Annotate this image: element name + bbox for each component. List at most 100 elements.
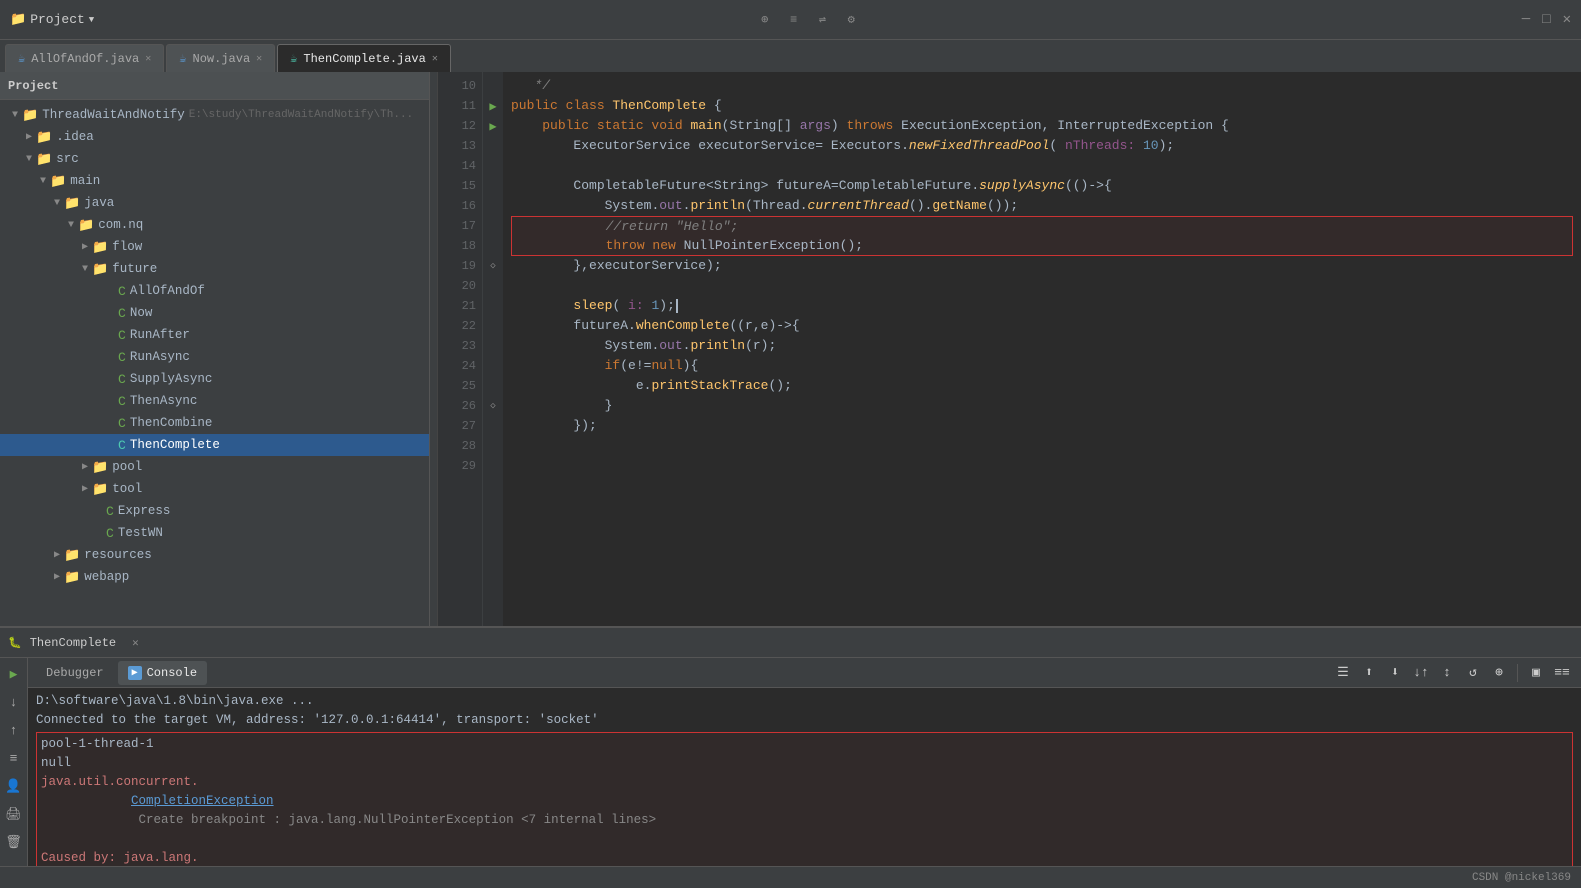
tab-java-icon: ☕ <box>18 51 25 66</box>
tab-close-icon[interactable]: ✕ <box>145 53 151 65</box>
project-label: Project <box>30 12 85 27</box>
debug-resume-btn[interactable]: ▶ <box>2 662 26 686</box>
tree-item-future[interactable]: ▼ 📁 future <box>0 258 429 280</box>
tree-arrow <box>104 396 118 407</box>
toolbar-stop-btn[interactable]: ⊕ <box>1488 662 1510 684</box>
tree-item-thencomplete[interactable]: C ThenComplete <box>0 434 429 456</box>
tree-item-supplyasync[interactable]: C SupplyAsync <box>0 368 429 390</box>
tab-debugger[interactable]: Debugger <box>36 661 114 685</box>
tab-now[interactable]: ☕ Now.java ✕ <box>166 44 275 72</box>
tree-item-comnq[interactable]: ▼ 📁 com.nq <box>0 214 429 236</box>
tree-item-runasync[interactable]: C RunAsync <box>0 346 429 368</box>
close-debug-icon[interactable]: ✕ <box>132 636 139 650</box>
tree-item-idea[interactable]: ▶ 📁 .idea <box>0 126 429 148</box>
close-button[interactable]: ✕ <box>1563 11 1571 28</box>
code-line: },executorService); <box>511 256 1573 276</box>
gutter-icon <box>485 236 501 256</box>
tree-label: ThenCombine <box>130 416 213 430</box>
tree-item-webapp[interactable]: ▶ 📁 webapp <box>0 566 429 588</box>
project-icon: 📁 <box>10 12 26 27</box>
tree-item-thenasync[interactable]: C ThenAsync <box>0 390 429 412</box>
gutter-icon <box>485 136 501 156</box>
debug-align-btn[interactable]: ≡ <box>2 746 26 770</box>
gutter-icon <box>485 76 501 96</box>
console-line: pool-1-thread-1 <box>41 735 1568 754</box>
java-file-icon: C <box>106 504 114 519</box>
editor-area[interactable]: 10 11 12 13 14 15 16 17 18 19 20 21 22 2… <box>438 72 1581 626</box>
gutter-icon-run[interactable]: ▶ <box>485 96 501 116</box>
tree-item-pool[interactable]: ▶ 📁 pool <box>0 456 429 478</box>
tree-label: Now <box>130 306 153 320</box>
toolbar-menu-btn[interactable]: ☰ <box>1332 662 1354 684</box>
toolbar-rerun-btn[interactable]: ↺ <box>1462 662 1484 684</box>
line-num: 13 <box>438 136 476 156</box>
toolbar-up-btn[interactable]: ⬆ <box>1358 662 1380 684</box>
tree-label: ThenComplete <box>130 438 220 452</box>
debug-down-btn[interactable]: ↓ <box>2 690 26 714</box>
toolbar-wrap-btn[interactable]: ≡≡ <box>1551 662 1573 684</box>
console-output[interactable]: D:\software\java\1.8\bin\java.exe ... Co… <box>28 688 1581 866</box>
tab-thencomplete[interactable]: ☕ ThenComplete.java ✕ <box>277 44 451 72</box>
tree-item-tool[interactable]: ▶ 📁 tool <box>0 478 429 500</box>
debug-print-btn[interactable]: 🖨 <box>2 802 26 826</box>
sidebar-scrollbar[interactable] <box>0 618 429 626</box>
tree-item-now[interactable]: C Now <box>0 302 429 324</box>
tab-console[interactable]: ▶ Console <box>118 661 207 685</box>
tab-close-icon[interactable]: ✕ <box>256 53 262 65</box>
toolbar-step-btn[interactable]: ↓↑ <box>1410 662 1432 684</box>
line-numbers: 10 11 12 13 14 15 16 17 18 19 20 21 22 2… <box>438 72 483 626</box>
debug-left-strip: ▶ ↓ ↑ ≡ 👤 🖨 🗑 <box>0 658 28 866</box>
tree-item-main[interactable]: ▼ 📁 main <box>0 170 429 192</box>
tree-item-allorandof[interactable]: C AllOfAndOf <box>0 280 429 302</box>
minimize-button[interactable]: ─ <box>1522 12 1530 28</box>
tree-arrow: ▼ <box>22 154 36 165</box>
folder-icon: 📁 <box>36 152 52 167</box>
code-area[interactable]: */ public class ThenComplete { public st… <box>503 72 1581 626</box>
code-line: if(e!=null){ <box>511 356 1573 376</box>
gutter-icon-run[interactable]: ▶ <box>485 116 501 136</box>
sidebar-header: Project <box>0 72 429 100</box>
file-tree[interactable]: ▼ 📁 ThreadWaitAndNotify E:\study\ThreadW… <box>0 100 429 618</box>
debug-person-btn[interactable]: 👤 <box>2 774 26 798</box>
tab-allorandof[interactable]: ☕ AllOfAndOf.java ✕ <box>5 44 164 72</box>
tree-label: tool <box>112 482 142 496</box>
tree-item-resources[interactable]: ▶ 📁 resources <box>0 544 429 566</box>
console-line: Connected to the target VM, address: '12… <box>36 711 1573 730</box>
java-file-icon: C <box>118 372 126 387</box>
tree-item-thencombine[interactable]: C ThenCombine <box>0 412 429 434</box>
console-tabs: Debugger ▶ Console ☰ ⬆ ⬇ ↓↑ ↕ ↺ ⊕ ▣ ≡≡ <box>28 658 1581 688</box>
tab-label: Console <box>147 666 197 680</box>
tree-item-express[interactable]: C Express <box>0 500 429 522</box>
tree-item-testwn[interactable]: C TestWN <box>0 522 429 544</box>
gutter-icon <box>485 456 501 476</box>
maximize-button[interactable]: □ <box>1542 12 1550 28</box>
tree-item-java[interactable]: ▼ 📁 java <box>0 192 429 214</box>
tree-arrow: ▶ <box>50 549 64 561</box>
gutter-icon <box>485 376 501 396</box>
line-num: 16 <box>438 196 476 216</box>
tree-arrow <box>104 352 118 363</box>
tab-label: ThenComplete.java <box>303 52 425 66</box>
line-num: 11 <box>438 96 476 116</box>
tree-item-flow[interactable]: ▶ 📁 flow <box>0 236 429 258</box>
code-line: futureA.whenComplete((r,e)->{ <box>511 316 1573 336</box>
debug-trash-btn[interactable]: 🗑 <box>2 830 26 854</box>
tree-label: .idea <box>56 130 94 144</box>
debug-up-btn[interactable]: ↑ <box>2 718 26 742</box>
tab-close-icon[interactable]: ✕ <box>432 53 438 65</box>
toolbar-filter-btn[interactable]: ▣ <box>1525 662 1547 684</box>
code-line: sleep( i: 1); <box>511 296 1573 316</box>
gutter-icon <box>485 316 501 336</box>
toolbar-step2-btn[interactable]: ↕ <box>1436 662 1458 684</box>
tree-item-runafter[interactable]: C RunAfter <box>0 324 429 346</box>
editor-gutter: ▶ ▶ ◇ ◇ <box>483 72 503 626</box>
tree-label: ThreadWaitAndNotify <box>42 108 185 122</box>
console-link-completion[interactable]: CompletionException <box>131 794 274 808</box>
debug-label: ThenComplete <box>30 636 116 650</box>
tree-item-src[interactable]: ▼ 📁 src <box>0 148 429 170</box>
toolbar-down-btn[interactable]: ⬇ <box>1384 662 1406 684</box>
project-dropdown[interactable]: 📁 Project ▼ <box>10 12 94 27</box>
tree-item-root[interactable]: ▼ 📁 ThreadWaitAndNotify E:\study\ThreadW… <box>0 104 429 126</box>
console-line: null <box>41 754 1568 773</box>
tree-arrow: ▼ <box>50 198 64 209</box>
